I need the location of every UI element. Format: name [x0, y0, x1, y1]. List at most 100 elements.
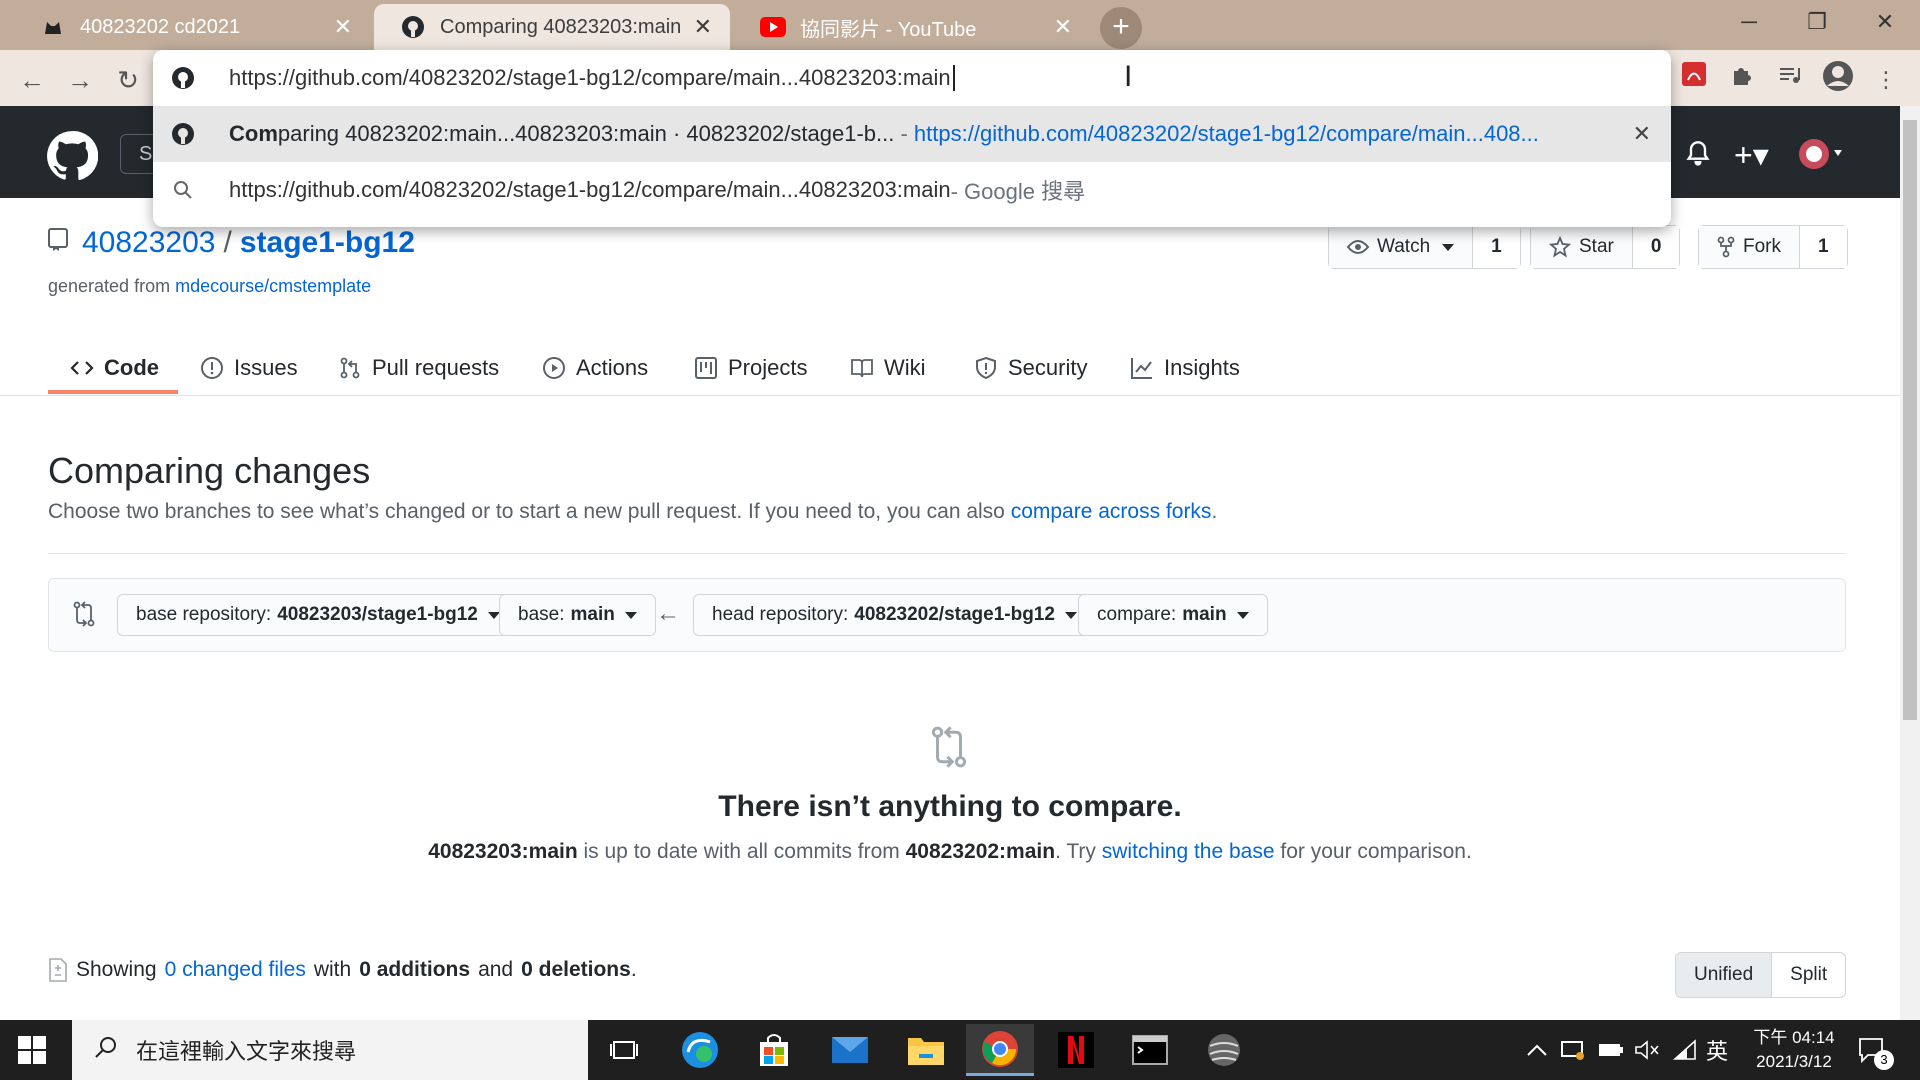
star-button[interactable]: Star: [1531, 226, 1633, 268]
chrome-menu-icon[interactable]: ⋮: [1866, 60, 1906, 100]
omnibox-suggestion-history[interactable]: Comparing 40823202:main...40823203:main …: [153, 106, 1671, 162]
generated-from: generated from mdecourse/cmstemplate: [48, 276, 371, 297]
create-new-plus-icon[interactable]: +▾: [1734, 136, 1769, 174]
changed-files-link[interactable]: 0 changed files: [165, 958, 306, 982]
close-window-button[interactable]: ✕: [1850, 0, 1920, 44]
watch-button-group: Watch 1: [1328, 225, 1521, 269]
tab-actions[interactable]: Actions: [542, 340, 648, 396]
pdf-extension-icon[interactable]: [1674, 60, 1714, 100]
tab-projects[interactable]: Projects: [694, 340, 807, 396]
globe-app-icon[interactable]: [1190, 1024, 1258, 1076]
text-cursor-ibeam-icon: I: [1124, 60, 1133, 93]
task-view-icon[interactable]: [590, 1024, 658, 1076]
ime-indicator[interactable]: 英: [1706, 1020, 1728, 1080]
caret-down-icon: [624, 611, 637, 619]
swap-compare-icon[interactable]: [72, 600, 96, 633]
omnibox-suggestion-search[interactable]: https://github.com/40823202/stage1-bg12/…: [153, 162, 1671, 218]
compare-across-forks-link[interactable]: compare across forks: [1011, 500, 1212, 523]
select-value: 40823203/stage1-bg12: [277, 604, 478, 625]
eye-icon: [1347, 240, 1369, 254]
text: is up to date with all commits from: [577, 840, 906, 863]
base-repository-select[interactable]: base repository: 40823203/stage1-bg12: [117, 594, 519, 636]
repo-icon: [48, 226, 68, 260]
switching-the-base-link[interactable]: switching the base: [1102, 840, 1275, 863]
taskbar-clock[interactable]: 下午 04:14 2021/3/12: [1744, 1020, 1844, 1080]
github-logo-icon[interactable]: [46, 130, 99, 187]
edge-browser-icon[interactable]: [666, 1024, 734, 1076]
tab-label: Insights: [1164, 355, 1240, 380]
tab-label: Code: [104, 355, 159, 380]
tab-issues[interactable]: Issues: [200, 340, 298, 396]
repo-separator: /: [223, 226, 232, 259]
minimize-button[interactable]: ─: [1714, 0, 1784, 44]
notification-center-icon[interactable]: 3: [1858, 1020, 1894, 1080]
tab-pull-requests[interactable]: Pull requests: [338, 340, 499, 396]
tab-wiki[interactable]: Wiki: [850, 340, 926, 396]
notification-bell-icon[interactable]: [1684, 140, 1712, 173]
volume-muted-icon[interactable]: [1634, 1020, 1660, 1080]
page-title: Comparing changes: [48, 450, 371, 491]
extensions-puzzle-icon[interactable]: [1722, 60, 1762, 100]
profile-avatar-icon[interactable]: [1818, 60, 1858, 100]
play-icon: [543, 357, 565, 379]
remove-suggestion-icon[interactable]: ✕: [1633, 121, 1651, 147]
wifi-icon[interactable]: [1672, 1020, 1698, 1080]
tab-close-icon[interactable]: ✕: [694, 14, 712, 40]
reload-icon[interactable]: ↻: [108, 60, 148, 100]
template-repo-link[interactable]: mdecourse/cmstemplate: [175, 276, 371, 296]
taskbar-search-box[interactable]: 在這裡輸入文字來搜尋: [72, 1020, 588, 1080]
terminal-icon[interactable]: [1116, 1024, 1184, 1076]
file-explorer-icon[interactable]: [892, 1024, 960, 1076]
chrome-browser-icon[interactable]: [966, 1024, 1034, 1076]
code-icon: [70, 361, 94, 375]
forward-arrow-icon[interactable]: →: [60, 60, 100, 100]
user-avatar[interactable]: [1798, 138, 1846, 175]
star-count[interactable]: 0: [1632, 226, 1680, 268]
netflix-icon[interactable]: [1042, 1024, 1110, 1076]
star-label: Star: [1579, 236, 1614, 257]
graph-icon: [1131, 358, 1152, 379]
generated-from-label: generated from: [48, 276, 171, 296]
subtitle-text: Choose two branches to see what’s change…: [48, 500, 1011, 523]
watch-count[interactable]: 1: [1473, 226, 1520, 268]
watch-button[interactable]: Watch: [1329, 226, 1474, 268]
split-button[interactable]: Split: [1772, 953, 1845, 997]
tab-label: Pull requests: [372, 355, 500, 380]
fork-button[interactable]: Fork: [1699, 226, 1800, 268]
repo-owner-link[interactable]: 40823203: [82, 226, 215, 260]
tab-security[interactable]: Security: [974, 340, 1087, 396]
compare-branch-select[interactable]: compare: main: [1078, 594, 1268, 636]
microsoft-store-icon[interactable]: [740, 1024, 808, 1076]
restore-button[interactable]: ❐: [1782, 0, 1852, 44]
battery-icon[interactable]: [1598, 1020, 1624, 1080]
tab-close-icon[interactable]: ✕: [334, 14, 352, 40]
address-bar-url[interactable]: https://github.com/40823202/stage1-bg12/…: [229, 65, 951, 91]
base-branch-select[interactable]: base: main: [499, 594, 656, 636]
scrollbar-thumb[interactable]: [1903, 120, 1917, 720]
tab-title: 協同影片 - YouTube: [800, 18, 977, 41]
select-value: 40823202/stage1-bg12: [854, 604, 1055, 625]
unified-button[interactable]: Unified: [1676, 953, 1773, 997]
project-icon: [695, 357, 717, 379]
head-repository-select[interactable]: head repository: 40823202/stage1-bg12: [693, 594, 1096, 636]
tab-youtube[interactable]: 協同影片 - YouTube ✕: [734, 4, 1090, 50]
tab-close-icon[interactable]: ✕: [1054, 14, 1072, 40]
mail-icon[interactable]: [816, 1024, 884, 1076]
fork-count[interactable]: 1: [1800, 226, 1847, 268]
select-label: base repository:: [136, 604, 272, 625]
text: . Try: [1055, 840, 1102, 863]
repo-name-link[interactable]: stage1-bg12: [240, 226, 415, 260]
tab-insights[interactable]: Insights: [1130, 340, 1240, 396]
windows-start-icon[interactable]: [16, 1034, 48, 1071]
tab-github-compare[interactable]: Comparing 40823203:main...40 ✕: [374, 4, 730, 50]
tray-status-icon[interactable]: [1560, 1020, 1586, 1080]
tab-label: Actions: [576, 355, 649, 380]
media-control-icon[interactable]: [1770, 60, 1810, 100]
back-arrow-icon[interactable]: ←: [12, 60, 52, 100]
tab-cd2021[interactable]: 40823202 cd2021 ✕: [14, 4, 370, 50]
show-hidden-icons-icon[interactable]: [1526, 1020, 1548, 1080]
tab-code[interactable]: Code: [70, 340, 159, 396]
address-bar[interactable]: https://github.com/40823202/stage1-bg12/…: [153, 50, 1671, 106]
diff-view-toggle: Unified Split: [1675, 952, 1847, 998]
new-tab-button[interactable]: +: [1100, 7, 1142, 49]
